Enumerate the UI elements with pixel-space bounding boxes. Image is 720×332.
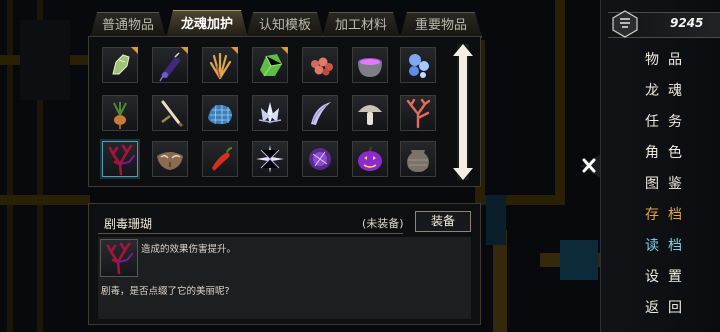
selected-item-icon (100, 239, 138, 277)
new-marker (131, 47, 138, 54)
menu-item-7[interactable]: 读档 (645, 235, 691, 255)
menu-item-4[interactable]: 角色 (645, 142, 691, 162)
dragon-fang-icon (311, 102, 331, 125)
currency-amount: 9245 (670, 16, 704, 30)
item-slot[interactable] (302, 141, 338, 177)
blue-bubbles-icon (409, 54, 429, 78)
blue-gem-cluster-icon (208, 104, 232, 125)
menu-item-6[interactable]: 存档 (645, 204, 691, 224)
item-slot[interactable] (302, 95, 338, 131)
tab-5[interactable]: 重要物品 (400, 12, 482, 38)
new-marker (231, 47, 238, 54)
item-slot[interactable] (352, 141, 388, 177)
item-slot[interactable] (202, 141, 238, 177)
menu-item-3[interactable]: 任务 (645, 111, 691, 131)
mandrake-root-icon (113, 102, 127, 129)
tab-1[interactable]: 普通物品 (90, 12, 166, 38)
equip-button[interactable]: 装备 (415, 211, 471, 232)
item-effect-text: 造成的效果伤害提升。 (141, 244, 237, 255)
new-marker (181, 47, 188, 54)
tab-3[interactable]: 认知模板 (246, 12, 324, 38)
scroll-up-arrow-icon (453, 44, 473, 56)
purple-cauldron-icon (358, 58, 382, 77)
item-slot[interactable] (352, 47, 388, 83)
item-slot[interactable] (152, 95, 188, 131)
white-crystal-lotus-icon (258, 102, 282, 124)
bone-sword-icon (161, 100, 184, 128)
item-slot[interactable] (400, 95, 436, 131)
item-slot[interactable] (400, 47, 436, 83)
category-tabs: 普通物品 龙魂加护 认知模板 加工材料 重要物品 (90, 10, 482, 38)
item-slot[interactable] (302, 47, 338, 83)
clay-pot-icon (407, 150, 429, 172)
red-branch-coral-icon (406, 98, 431, 129)
red-chili-icon (212, 147, 233, 171)
item-slot[interactable] (102, 141, 138, 177)
item-slot[interactable] (252, 95, 288, 131)
tab-4[interactable]: 加工材料 (322, 12, 400, 38)
menu-item-9[interactable]: 返回 (645, 297, 691, 317)
menu-item-2[interactable]: 龙魂 (645, 80, 691, 100)
menu-item-8[interactable]: 设置 (645, 266, 691, 286)
pumpkin-lantern-icon (358, 146, 382, 171)
tab-2[interactable]: 龙魂加护 (166, 10, 248, 39)
item-slot[interactable] (152, 47, 188, 83)
venom-coral-icon (108, 144, 135, 176)
scrollbar[interactable] (451, 44, 475, 180)
item-slot[interactable] (252, 141, 288, 177)
item-slot[interactable] (252, 47, 288, 83)
item-slot[interactable] (102, 47, 138, 83)
item-slot[interactable] (352, 95, 388, 131)
item-name: 剧毒珊瑚 (104, 217, 153, 231)
item-slot[interactable] (102, 95, 138, 131)
ice-star-icon (256, 145, 284, 173)
mushroom-icon (358, 105, 382, 125)
item-slot[interactable] (152, 141, 188, 177)
scroll-down-arrow-icon (453, 168, 473, 180)
item-slot[interactable] (400, 141, 436, 177)
venom-coral-icon (106, 242, 133, 275)
item-flavor-text: 剧毒，是否点缀了它的美丽呢? (101, 286, 230, 297)
menu-item-1[interactable]: 物品 (645, 49, 691, 69)
menu-item-5[interactable]: 图鉴 (645, 173, 691, 193)
scroll-thumb (459, 56, 467, 168)
item-slot[interactable] (202, 47, 238, 83)
divider (98, 233, 403, 234)
currency-coin-icon (612, 10, 638, 38)
carved-mask-icon (157, 152, 183, 170)
violet-orb-icon (309, 148, 331, 170)
item-slot[interactable] (202, 95, 238, 131)
red-coral-cluster-icon (311, 57, 333, 76)
equip-status: (未装备) (362, 217, 404, 230)
new-marker (281, 47, 288, 54)
